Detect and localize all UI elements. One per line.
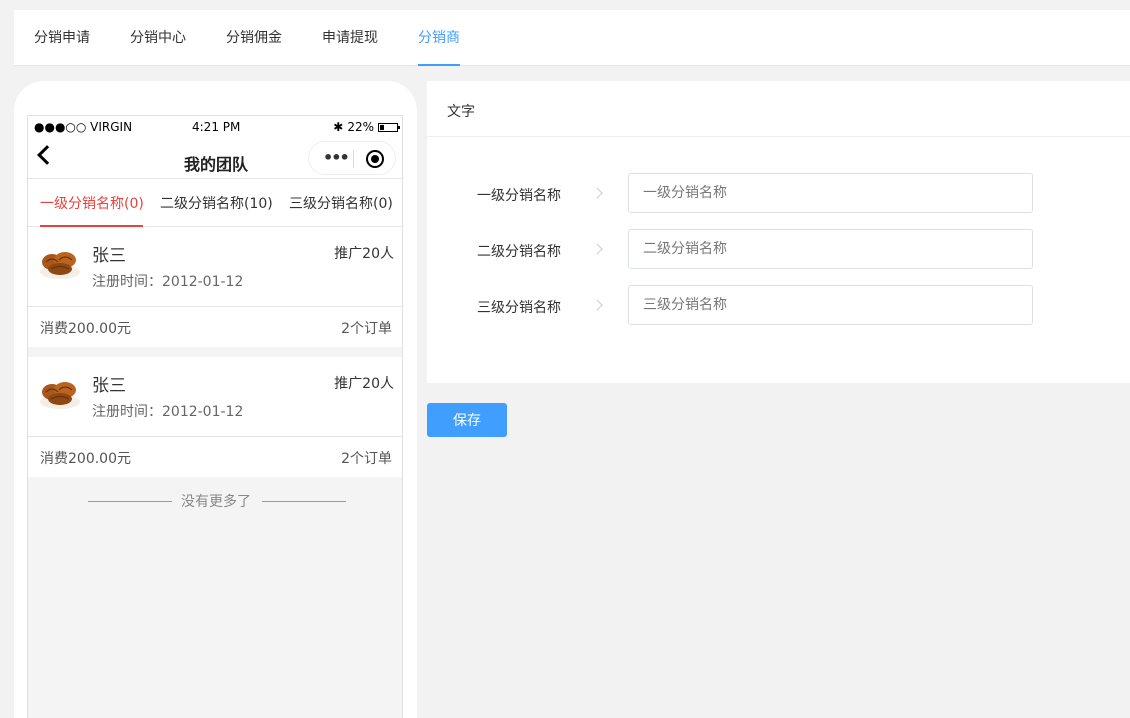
no-more-line-right: [262, 501, 346, 502]
no-more-text: 没有更多了: [181, 494, 251, 510]
promoted-count: 推广20人: [334, 246, 394, 262]
member-card[interactable]: 张三 推广20人 注册时间：2012-01-12 消费200.00元 2个订单: [28, 357, 402, 477]
battery-percent: 22%: [347, 120, 374, 134]
tab-level-3[interactable]: 三级分销名称(0): [289, 193, 393, 213]
status-bar: ●●●○○ VIRGIN 4:21 PM ✱ 22%: [28, 116, 402, 138]
tab-level-1[interactable]: 一级分销名称(0): [40, 193, 144, 213]
status-time: 4:21 PM: [192, 120, 241, 134]
order-count: 2个订单: [341, 321, 392, 337]
close-target-icon[interactable]: [366, 150, 384, 168]
panel-title: 文字: [447, 104, 475, 120]
register-time: 注册时间：2012-01-12: [92, 274, 244, 290]
tab-distributor[interactable]: 分销商: [418, 10, 460, 66]
level-1-name-input[interactable]: [628, 173, 1033, 213]
level-2-name-input[interactable]: [628, 229, 1033, 269]
carrier-signal: ●●●○○ VIRGIN: [34, 120, 133, 134]
top-tab-bar: 分销申请 分销中心 分销佣金 申请提现 分销商: [14, 10, 1130, 66]
card-divider: [28, 436, 402, 437]
tab-distribution-commission[interactable]: 分销佣金: [226, 10, 282, 66]
phone-preview: ●●●○○ VIRGIN 4:21 PM ✱ 22% 我的团队 ••• 一级分销…: [14, 81, 417, 718]
member-card[interactable]: 张三 推广20人 注册时间：2012-01-12 消费200.00元 2个订单: [28, 227, 402, 347]
bluetooth-icon: ✱: [333, 120, 344, 134]
tab-level-2[interactable]: 二级分销名称(10): [160, 193, 273, 213]
level-2-label: 二级分销名称: [477, 244, 561, 260]
level-3-name-input[interactable]: [628, 285, 1033, 325]
spend-amount: 消费200.00元: [40, 321, 131, 337]
promoted-count: 推广20人: [334, 376, 394, 392]
panel-header: 文字: [427, 81, 1130, 137]
phone-screen: ●●●○○ VIRGIN 4:21 PM ✱ 22% 我的团队 ••• 一级分销…: [27, 115, 403, 718]
team-level-tabs: 一级分销名称(0) 二级分销名称(10) 三级分销名称(0): [28, 178, 402, 227]
member-name: 张三: [92, 246, 126, 266]
chevron-right-icon: [591, 243, 603, 255]
capsule-divider: [353, 150, 354, 168]
more-dots-icon[interactable]: •••: [323, 148, 350, 167]
tab-distribution-center[interactable]: 分销中心: [130, 10, 186, 66]
settings-panel: 文字 一级分销名称 二级分销名称 三级分销名称: [427, 81, 1130, 383]
tab-withdraw-apply[interactable]: 申请提现: [322, 10, 378, 66]
status-right: ✱ 22%: [333, 120, 400, 134]
order-count: 2个订单: [341, 451, 392, 467]
pecan-avatar-icon: [40, 252, 80, 279]
tab-distribution-apply[interactable]: 分销申请: [34, 10, 90, 66]
register-time: 注册时间：2012-01-12: [92, 404, 244, 420]
save-button[interactable]: 保存: [427, 403, 507, 437]
member-name: 张三: [92, 376, 126, 396]
level-3-label: 三级分销名称: [477, 300, 561, 316]
battery-icon: [378, 122, 400, 132]
chevron-right-icon: [591, 299, 603, 311]
chevron-right-icon: [591, 187, 603, 199]
nav-bar: 我的团队 •••: [28, 138, 402, 178]
level-1-label: 一级分销名称: [477, 188, 561, 204]
mini-program-capsule: •••: [308, 141, 396, 175]
spend-amount: 消费200.00元: [40, 451, 131, 467]
pecan-avatar-icon: [40, 382, 80, 409]
card-divider: [28, 306, 402, 307]
